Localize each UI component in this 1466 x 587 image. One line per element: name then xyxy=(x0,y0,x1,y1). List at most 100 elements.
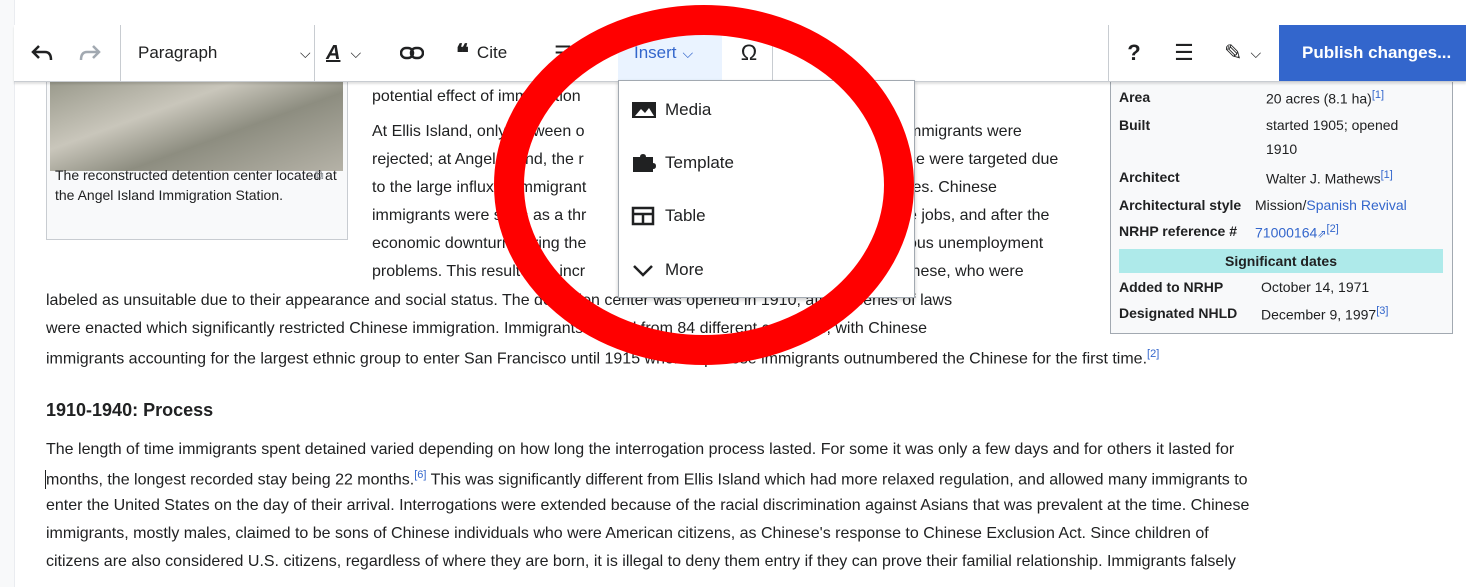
citation-link[interactable]: [1] xyxy=(1372,89,1384,101)
external-link-icon: ⇗ xyxy=(1317,228,1327,241)
omega-icon: Ω xyxy=(740,40,758,65)
infobox-value-text: Mission/ xyxy=(1255,197,1307,213)
citation-link[interactable]: [2] xyxy=(1327,223,1339,235)
toolbar-separator xyxy=(772,25,773,81)
table-icon xyxy=(631,206,655,226)
text-line: immigrants accounting for the largest et… xyxy=(46,348,1159,368)
media-icon xyxy=(632,102,656,118)
text-line: immigrants were seen as a thr xyxy=(372,207,587,224)
editor-toolbar: Paragraph ⌵ A ⌵ ❝ Cite ☰ ⌵ Insert ⌵ Ω ? … xyxy=(14,25,1466,82)
insert-table-item[interactable]: Table xyxy=(631,201,706,231)
menu-item-label: More xyxy=(665,260,704,279)
page-options-button[interactable]: ☰ xyxy=(1164,25,1204,81)
text-line: se were targeted due xyxy=(908,151,1059,168)
infobox-label: Designated NHLD xyxy=(1119,305,1238,321)
puzzle-icon xyxy=(633,154,656,172)
text-line: At Ellis Island, only between o xyxy=(372,123,585,140)
spanish-revival-link[interactable]: Spanish Revival xyxy=(1306,197,1406,213)
text-span: immigrants accounting for the largest et… xyxy=(46,350,1148,368)
chevron-down-icon: ⌵ xyxy=(577,44,589,61)
text-cursor xyxy=(45,470,46,489)
menu-item-label: Template xyxy=(665,153,734,172)
text-style-icon: A xyxy=(326,41,341,64)
text-line: months, the longest recorded stay being … xyxy=(46,469,1248,489)
citation-link[interactable]: [2] xyxy=(1147,348,1159,360)
infobox-value: 1910 xyxy=(1266,141,1298,157)
text-line: problems. This resulted in incr xyxy=(372,263,586,280)
list-icon: ☰ xyxy=(554,42,572,65)
text-line: immigrants, mostly males, claimed to be … xyxy=(46,525,1209,542)
text-line: economic downturn during the xyxy=(372,235,587,252)
menu-item-label: Table xyxy=(665,206,706,225)
paragraph-label: Paragraph xyxy=(138,43,218,62)
insert-menu: Media Template Table More xyxy=(618,80,915,298)
detention-center-image[interactable] xyxy=(50,81,343,171)
insert-template-item[interactable]: Template xyxy=(631,148,734,178)
citation-link[interactable]: [6] xyxy=(414,469,426,481)
quote-icon: ❝ xyxy=(456,39,469,67)
infobox-value-text: December 9, 1997 xyxy=(1261,306,1377,323)
paragraph-format-dropdown[interactable]: Paragraph ⌵ xyxy=(138,25,316,81)
citation-link[interactable]: [1] xyxy=(1381,169,1393,181)
chevron-down-icon xyxy=(633,265,653,277)
infobox-label: Architectural style xyxy=(1119,197,1242,213)
text-line: ous unemployment xyxy=(908,235,1044,252)
toolbar-separator xyxy=(120,25,121,81)
list-dropdown[interactable]: ☰ ⌵ xyxy=(554,25,614,81)
menu-item-label: Media xyxy=(665,100,712,119)
chevron-down-icon: ⌵ xyxy=(300,44,311,61)
undo-button[interactable] xyxy=(22,25,62,81)
insert-label: Insert xyxy=(634,43,677,62)
enlarge-icon[interactable]: ⧉ xyxy=(315,168,324,183)
link-icon xyxy=(400,46,424,60)
section-heading: 1910-1940: Process xyxy=(46,400,214,420)
infobox-label: Built xyxy=(1119,117,1151,133)
chevron-down-icon: ⌵ xyxy=(682,44,694,61)
chevron-down-icon: ⌵ xyxy=(350,44,362,61)
special-character-button[interactable]: Ω xyxy=(726,25,772,81)
insert-media-item[interactable]: Media xyxy=(631,95,711,125)
infobox-value-text: Walter J. Mathews xyxy=(1266,170,1381,187)
redo-button[interactable] xyxy=(70,25,110,81)
text-style-dropdown[interactable]: A ⌵ xyxy=(326,25,382,81)
infobox-section-header: Significant dates xyxy=(1119,249,1443,273)
help-icon: ? xyxy=(1127,40,1141,65)
text-line: rejected; at Angel Island, the r xyxy=(372,151,584,168)
link-button[interactable] xyxy=(392,25,432,81)
toolbar-separator xyxy=(314,25,315,81)
text-span: This was significantly different from El… xyxy=(426,471,1248,489)
infobox: Area 20 acres (8.1 ha)[1] Built started … xyxy=(1110,40,1453,334)
text-span: months, the longest recorded stay being … xyxy=(46,471,415,489)
infobox-label: Added to NRHP xyxy=(1119,279,1224,295)
help-button[interactable]: ? xyxy=(1114,25,1154,81)
menu-icon: ☰ xyxy=(1174,40,1194,65)
chevron-down-icon: ⌵ xyxy=(1250,44,1262,61)
redo-icon xyxy=(79,45,101,61)
text-line: The length of time immigrants spent deta… xyxy=(46,441,1235,458)
nrhp-link[interactable]: 71000164 xyxy=(1255,225,1317,241)
text-line: enter the United States on the day of th… xyxy=(46,497,1250,514)
insert-dropdown[interactable]: Insert ⌵ xyxy=(618,25,722,81)
text-line: citizens are also considered U.S. citize… xyxy=(46,553,1236,570)
infobox-value: October 14, 1971 xyxy=(1261,279,1370,295)
toolbar-separator xyxy=(1108,25,1109,81)
undo-icon xyxy=(31,45,53,61)
infobox-value-text: 20 acres (8.1 ha) xyxy=(1266,90,1372,107)
infobox-value: Mission/Spanish Revival xyxy=(1255,197,1407,213)
cite-label: Cite xyxy=(476,43,508,62)
publish-changes-button[interactable]: Publish changes... xyxy=(1279,25,1466,81)
text-line: to the large influx of immigrant xyxy=(372,179,587,196)
text-line: mmigrants were xyxy=(908,123,1022,140)
infobox-label: Architect xyxy=(1119,169,1180,185)
edit-mode-dropdown[interactable]: ✎ ⌵ xyxy=(1214,25,1278,81)
text-line: were enacted which significantly restric… xyxy=(46,320,927,337)
infobox-label: Area xyxy=(1119,89,1151,105)
text-line: tes. Chinese xyxy=(908,179,997,196)
infobox-value: December 9, 1997[3] xyxy=(1261,305,1388,323)
cite-button[interactable]: ❝ Cite xyxy=(456,25,536,81)
citation-link[interactable]: [3] xyxy=(1376,305,1388,317)
infobox-value: started 1905; opened xyxy=(1266,117,1399,133)
pencil-icon: ✎ xyxy=(1224,40,1243,65)
insert-more-item[interactable]: More xyxy=(631,255,704,285)
infobox-value: 20 acres (8.1 ha)[1] xyxy=(1266,89,1384,107)
